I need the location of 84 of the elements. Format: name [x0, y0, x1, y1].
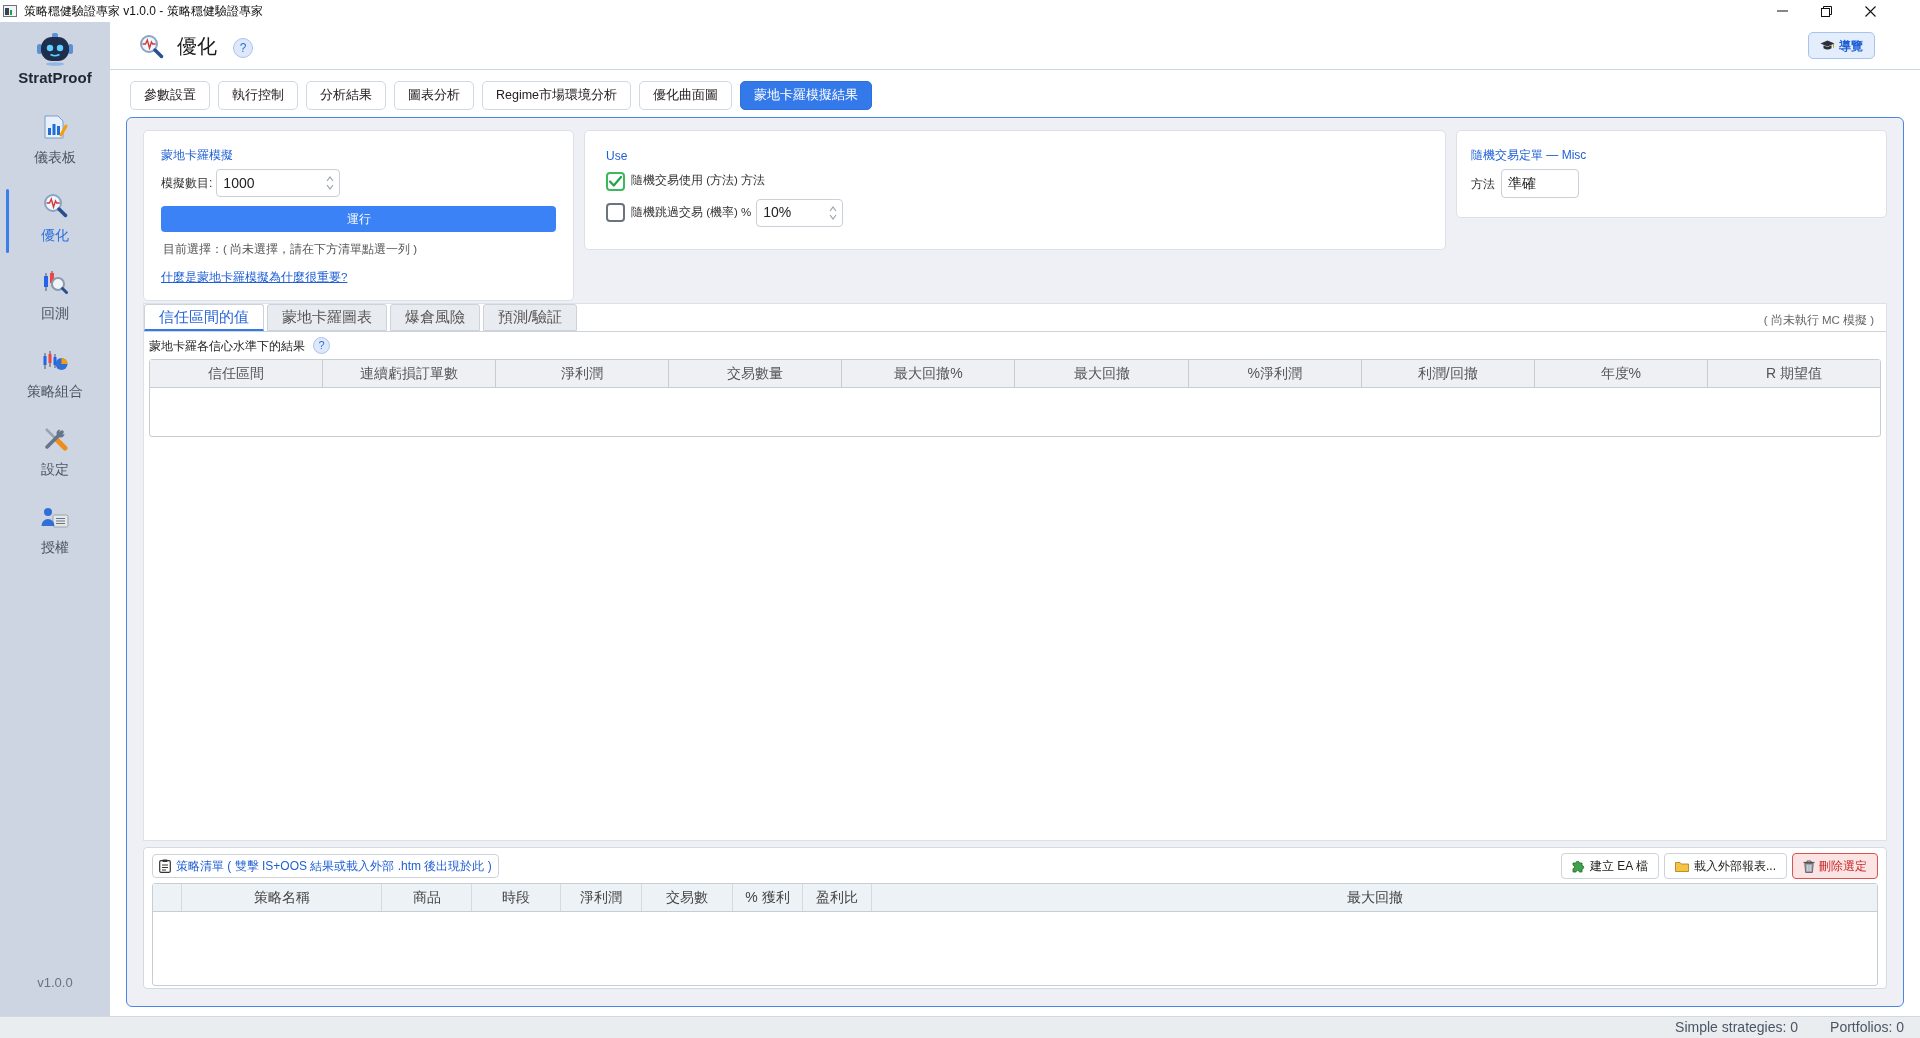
column-header[interactable]: 盈利比 — [803, 884, 872, 911]
tab[interactable]: 圖表分析 — [394, 81, 474, 110]
minimize-icon[interactable] — [1776, 10, 1788, 12]
spin-arrows-icon[interactable] — [326, 175, 335, 191]
results-caption: 蒙地卡羅各信心水準下的結果 — [149, 337, 305, 355]
run-button[interactable]: 運行 — [161, 206, 556, 232]
column-header[interactable]: 最大回撤 — [872, 884, 1877, 911]
wrench-screwdriver-icon — [42, 426, 68, 452]
trash-icon — [1803, 859, 1815, 873]
sidebar-item[interactable]: 設定 — [0, 416, 110, 494]
selection-note: 目前選擇：( 尚未選擇，請在下方清單點選一列 ) — [162, 242, 419, 256]
panel-title: 隨機交易定單 — Misc — [1471, 147, 1588, 163]
help-link[interactable]: 什麼是蒙地卡羅模擬為什麼很重要? — [161, 271, 348, 283]
folder-icon — [1675, 860, 1689, 872]
load-button[interactable]: 載入外部報表... — [1664, 853, 1787, 879]
field-label: 模擬數目: — [161, 175, 213, 192]
status-text: Simple strategies: 0 — [1675, 1018, 1799, 1037]
field-label: 方法 — [1471, 175, 1495, 193]
tab[interactable]: 信任區間的值 — [144, 304, 264, 331]
column-header[interactable]: 時段 — [472, 884, 561, 911]
status-text: Portfolios: 0 — [1830, 1018, 1904, 1037]
version-label: v1.0.0 — [37, 973, 73, 992]
tab[interactable]: 爆倉風險 — [390, 304, 480, 331]
checkmark-icon — [609, 175, 622, 187]
column-header[interactable]: 交易數 — [642, 884, 733, 911]
tab[interactable]: 參數設置 — [130, 81, 210, 110]
tab[interactable]: 蒙地卡羅圖表 — [267, 304, 387, 331]
option-label: 隨機跳過交易 (機率) % — [631, 204, 752, 220]
help-button[interactable]: ? — [233, 37, 253, 58]
tab[interactable]: 優化曲面圖 — [639, 81, 733, 110]
help-button[interactable]: ? — [313, 337, 330, 354]
sidebar-item[interactable]: 策略組合 — [0, 338, 110, 416]
column-header[interactable]: 淨利潤 — [561, 884, 642, 911]
panel-title: Use — [606, 148, 629, 164]
chart-document-icon — [42, 114, 68, 140]
caption-text: 策略清單 ( 雙擊 IS+OOS 結果或載入外部 .htm 後出現於此 ) — [176, 858, 492, 875]
restore-icon[interactable] — [1820, 5, 1832, 17]
column-header[interactable]: 利潤/回撤 — [1361, 360, 1535, 387]
sidebar-item[interactable]: 授權 — [0, 494, 110, 572]
guide-button[interactable]: 導覽 — [1808, 32, 1875, 59]
column-header[interactable]: 淨利潤 — [496, 360, 670, 387]
column-header[interactable]: % 獲利 — [733, 884, 803, 911]
column-header[interactable]: 商品 — [382, 884, 472, 911]
column-header[interactable]: 最大回撤 — [1015, 360, 1189, 387]
run-status: ( 尚未執行 MC 模擬 ) — [1763, 312, 1875, 328]
create-button[interactable]: 建立 EA 檔 — [1560, 853, 1659, 879]
magnifier-pulse-icon — [42, 192, 68, 218]
tab[interactable]: Regime市場環境分析 — [482, 81, 632, 110]
column-header[interactable]: 信任區間 — [150, 360, 324, 387]
page-title: 優化 — [177, 33, 217, 59]
magnifier-pulse-icon — [138, 32, 164, 59]
number-field[interactable]: 1000 — [216, 169, 341, 197]
column-header[interactable]: 最大回撤% — [842, 360, 1016, 387]
candlestick-pie-icon — [42, 350, 68, 372]
method-field[interactable]: 準確 — [1501, 169, 1579, 198]
column-header[interactable]: R 期望值 — [1707, 360, 1880, 387]
user-card-icon — [41, 506, 69, 528]
robot-logo-icon — [35, 32, 75, 66]
tab[interactable]: 預測/驗証 — [483, 304, 578, 331]
brand-name: StratProof — [18, 69, 92, 87]
candlestick-magnifier-icon — [42, 270, 68, 296]
panel-title: 蒙地卡羅模擬 — [161, 147, 234, 163]
tab[interactable]: 蒙地卡羅模擬結果 — [740, 81, 873, 110]
window-title: 策略穩健驗證專家 v1.0.0 - 策略穩健驗證專家 — [24, 3, 263, 20]
column-header[interactable]: 交易數量 — [669, 360, 843, 387]
column-header[interactable]: %淨利潤 — [1188, 360, 1362, 387]
checkbox[interactable] — [606, 171, 625, 191]
spin-arrows-icon[interactable] — [829, 204, 838, 221]
puzzle-icon — [1571, 859, 1585, 873]
column-header[interactable]: 連續虧損訂單數 — [323, 360, 497, 387]
column-header[interactable]: 年度% — [1534, 360, 1708, 387]
checkbox[interactable] — [606, 203, 625, 222]
close-icon[interactable] — [1864, 5, 1876, 17]
tab[interactable]: 分析結果 — [306, 81, 386, 110]
app-icon — [3, 5, 17, 17]
delete-button[interactable]: 刪除選定 — [1792, 853, 1878, 879]
column-header[interactable]: 策略名稱 — [182, 884, 382, 911]
clipboard-icon — [159, 859, 171, 873]
tab[interactable]: 執行控制 — [218, 81, 298, 110]
graduation-cap-icon — [1820, 40, 1835, 51]
option-label: 隨機交易使用 (方法) 方法 — [631, 173, 766, 189]
sidebar-item[interactable]: 回測 — [0, 260, 110, 338]
number-field[interactable]: 10% — [756, 198, 844, 227]
sidebar-item[interactable]: 儀表板 — [0, 104, 110, 182]
